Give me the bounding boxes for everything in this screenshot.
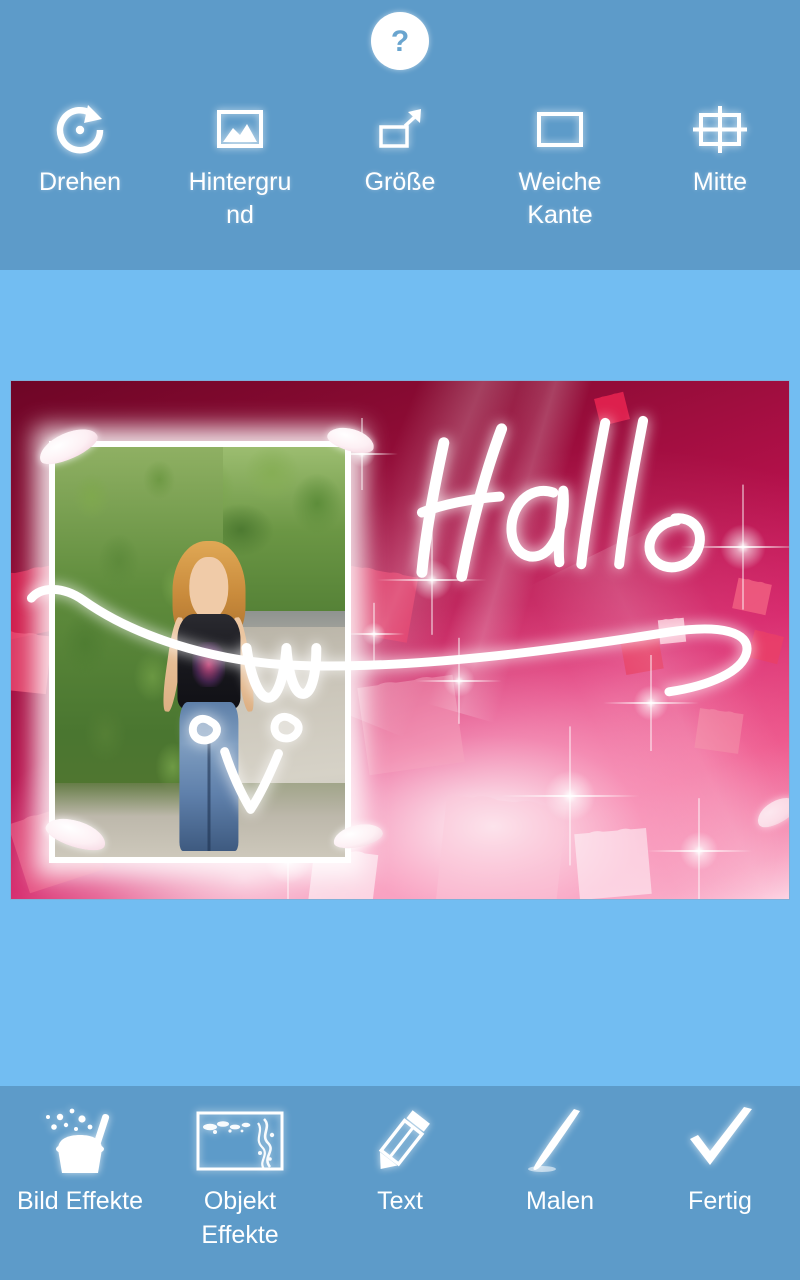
tool-bild-effekte-label: Bild Effekte [16, 1187, 143, 1215]
tool-hintergrund[interactable]: Hintergrund [160, 98, 320, 232]
tool-malen[interactable]: Malen [480, 1102, 640, 1252]
tool-text-label: Text [377, 1187, 423, 1215]
collage-artboard[interactable] [10, 380, 790, 900]
photo-frame[interactable] [49, 441, 351, 863]
top-toolbar: ? Drehen Hintergrund Größe Weiche Kante … [0, 0, 800, 270]
checkmark-icon [674, 1102, 766, 1180]
jeans-seam [207, 737, 211, 851]
image-landscape-icon [209, 98, 271, 160]
tool-weiche-kante[interactable]: Weiche Kante [480, 98, 640, 232]
heart-shape [574, 827, 652, 899]
tool-objekt-effekte-label: Objekt Effekte [201, 1187, 279, 1249]
tool-objekt-effekte[interactable]: Objekt Effekte [160, 1102, 320, 1252]
tool-hintergrund-label: Hintergrund [188, 168, 292, 229]
canvas-stage[interactable] [0, 270, 800, 1086]
tool-mitte-label: Mitte [692, 168, 748, 196]
tool-mitte[interactable]: Mitte [640, 98, 800, 232]
tool-drehen-label: Drehen [39, 168, 121, 196]
pencil-icon [358, 1102, 442, 1180]
person-figure [159, 541, 258, 857]
bottom-tool-row: Bild Effekte Objekt Effekte Text Malen F… [0, 1102, 800, 1252]
bottom-toolbar: Bild Effekte Objekt Effekte Text Malen F… [0, 1086, 800, 1280]
embedded-photo [55, 447, 345, 857]
help-row: ? [0, 10, 800, 72]
soft-edge-rectangle-icon [529, 98, 591, 160]
top-tool-row: Drehen Hintergrund Größe Weiche Kante Mi… [0, 98, 800, 232]
magic-hat-wand-icon [34, 1102, 126, 1180]
tool-weiche-kante-label: Weiche Kante [518, 168, 602, 229]
heart-shape [11, 629, 52, 695]
center-crosshair-icon [689, 98, 751, 160]
help-button[interactable]: ? [371, 12, 429, 70]
rotate-clockwise-icon [49, 98, 111, 160]
heart-shape [657, 617, 687, 645]
tool-fertig[interactable]: Fertig [640, 1102, 800, 1252]
tool-text[interactable]: Text [320, 1102, 480, 1252]
heart-shape [357, 674, 465, 776]
tool-groesse-label: Größe [364, 168, 436, 196]
heart-shape [732, 577, 772, 616]
svg-text:?: ? [391, 25, 409, 58]
heart-shape [620, 633, 664, 676]
resize-arrow-icon [369, 98, 431, 160]
tool-fertig-label: Fertig [688, 1187, 752, 1215]
tool-bild-effekte[interactable]: Bild Effekte [0, 1102, 160, 1252]
tool-groesse[interactable]: Größe [320, 98, 480, 232]
ornate-frame-icon [190, 1102, 290, 1180]
heart-shape [435, 795, 567, 899]
heart-shape [694, 708, 744, 754]
tool-malen-label: Malen [525, 1187, 595, 1215]
brush-stroke-icon [518, 1102, 602, 1180]
shirt-print [191, 642, 226, 687]
question-mark-icon: ? [391, 25, 409, 58]
tool-drehen[interactable]: Drehen [0, 98, 160, 232]
